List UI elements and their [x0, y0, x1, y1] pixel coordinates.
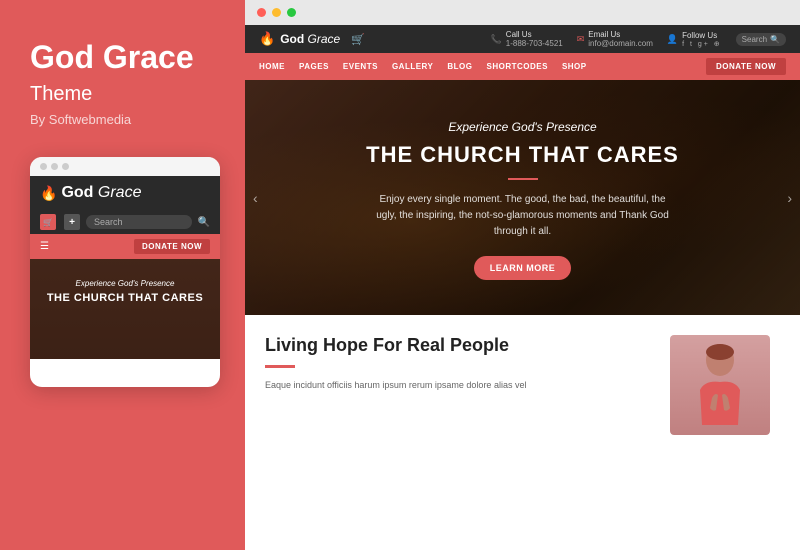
site-search-placeholder: Search [742, 35, 767, 44]
site-logo: 🔥 God Grace 🛒 [259, 31, 365, 47]
browser-dot-yellow[interactable] [272, 8, 281, 17]
theme-subtitle: Theme [30, 83, 92, 106]
site-search-bar[interactable]: Search 🔍 [736, 33, 786, 46]
follow-info: 👤 Follow Us f t g+ ⊕ [667, 31, 722, 48]
mobile-nav: ☰ DONATE NOW [30, 234, 220, 259]
nav-gallery[interactable]: GALLERY [392, 62, 433, 71]
bottom-divider [265, 365, 295, 368]
mobile-hero-title: THE CHURCH THAT CARES [40, 292, 210, 304]
hamburger-icon[interactable]: ☰ [40, 241, 49, 252]
hero-description: Enjoy every single moment. The good, the… [373, 192, 673, 240]
site-donate-button[interactable]: DONATE NOW [706, 58, 786, 75]
search-icon: 🔍 [198, 217, 210, 228]
follow-icon: 👤 [667, 34, 678, 45]
plus-icon-box[interactable]: + [64, 214, 80, 230]
phone-number: 1-888-703-4521 [506, 39, 563, 48]
nav-home[interactable]: HOME [259, 62, 285, 71]
nav-events[interactable]: EVENTS [343, 62, 378, 71]
mobile-icons: 🛒 + [40, 214, 80, 230]
left-panel: God Grace Theme By Softwebmedia 🔥 God Gr… [0, 0, 245, 550]
email-icon: ✉ [577, 34, 585, 45]
hero-learn-more-button[interactable]: LEARN MORE [474, 256, 572, 280]
mobile-logo-text: God Grace [61, 184, 141, 202]
site-search-icon: 🔍 [770, 35, 780, 44]
right-panel: 🔥 God Grace 🛒 📞 Call Us 1-888-703-4521 ✉ [245, 0, 800, 550]
nav-blog[interactable]: BLOG [447, 62, 472, 71]
cart-icon: 🛒 [43, 218, 53, 227]
nav-shortcodes[interactable]: SHORTCODES [486, 62, 547, 71]
call-label: Call Us [506, 30, 563, 39]
bottom-description: Eaque incidunt officiis harum ipsum reru… [265, 378, 640, 392]
site-cart-icon[interactable]: 🛒 [351, 33, 365, 46]
site-topbar: 🔥 God Grace 🛒 📞 Call Us 1-888-703-4521 ✉ [245, 25, 800, 53]
mobile-dot-2 [51, 163, 58, 170]
bottom-title: Living Hope For Real People [265, 335, 640, 357]
hero-divider [508, 178, 538, 180]
social-icons: f t g+ ⊕ [682, 40, 722, 48]
nav-pages[interactable]: PAGES [299, 62, 329, 71]
hero-next-arrow[interactable]: › [787, 190, 792, 206]
mobile-dot-1 [40, 163, 47, 170]
site-flame-icon: 🔥 [259, 31, 275, 47]
nav-shop[interactable]: SHOP [562, 62, 587, 71]
mobile-chrome [30, 157, 220, 176]
cart-icon-box[interactable]: 🛒 [40, 214, 56, 230]
mobile-mockup: 🔥 God Grace 🛒 + Search 🔍 ☰ DONATE NOW [30, 157, 220, 387]
bottom-image [660, 335, 780, 540]
phone-icon: 📞 [491, 34, 502, 45]
mobile-dot-3 [62, 163, 69, 170]
flame-icon: 🔥 [40, 185, 57, 202]
topbar-right: 📞 Call Us 1-888-703-4521 ✉ Email Us info… [491, 30, 786, 48]
mobile-logo: 🔥 God Grace [40, 184, 141, 202]
browser-dot-red[interactable] [257, 8, 266, 17]
email-value: info@domain.com [588, 39, 653, 48]
mobile-hero: Experience God's Presence THE CHURCH THA… [30, 259, 220, 359]
browser-chrome [245, 0, 800, 25]
email-label: Email Us [588, 30, 653, 39]
site-hero: ‹ Experience God's Presence THE CHURCH T… [245, 80, 800, 315]
mobile-search-bar: 🛒 + Search 🔍 [30, 210, 220, 234]
person-svg [680, 340, 760, 430]
website-preview: 🔥 God Grace 🛒 📞 Call Us 1-888-703-4521 ✉ [245, 25, 800, 550]
mobile-donate-button[interactable]: DONATE NOW [134, 239, 210, 254]
mobile-header: 🔥 God Grace [30, 176, 220, 210]
contact-info: 📞 Call Us 1-888-703-4521 [491, 30, 563, 48]
browser-dot-green[interactable] [287, 8, 296, 17]
person-photo [670, 335, 770, 435]
site-logo-text: God Grace [280, 32, 340, 46]
plus-icon: + [69, 217, 75, 228]
email-info: ✉ Email Us info@domain.com [577, 30, 653, 48]
mobile-search-input[interactable]: Search [86, 215, 192, 229]
site-bottom: Living Hope For Real People Eaque incidu… [245, 315, 800, 550]
bottom-content: Living Hope For Real People Eaque incidu… [265, 335, 640, 540]
theme-author: By Softwebmedia [30, 112, 131, 127]
hero-prev-arrow[interactable]: ‹ [253, 190, 258, 206]
follow-label: Follow Us [682, 31, 722, 40]
theme-title: God Grace [30, 40, 194, 75]
site-nav: HOME PAGES EVENTS GALLERY BLOG SHORTCODE… [245, 53, 800, 80]
hero-subtitle: Experience God's Presence [448, 120, 596, 134]
nav-links: HOME PAGES EVENTS GALLERY BLOG SHORTCODE… [259, 62, 587, 71]
mobile-hero-sub: Experience God's Presence [40, 279, 210, 288]
hero-title: THE CHURCH THAT CARES [366, 142, 679, 168]
